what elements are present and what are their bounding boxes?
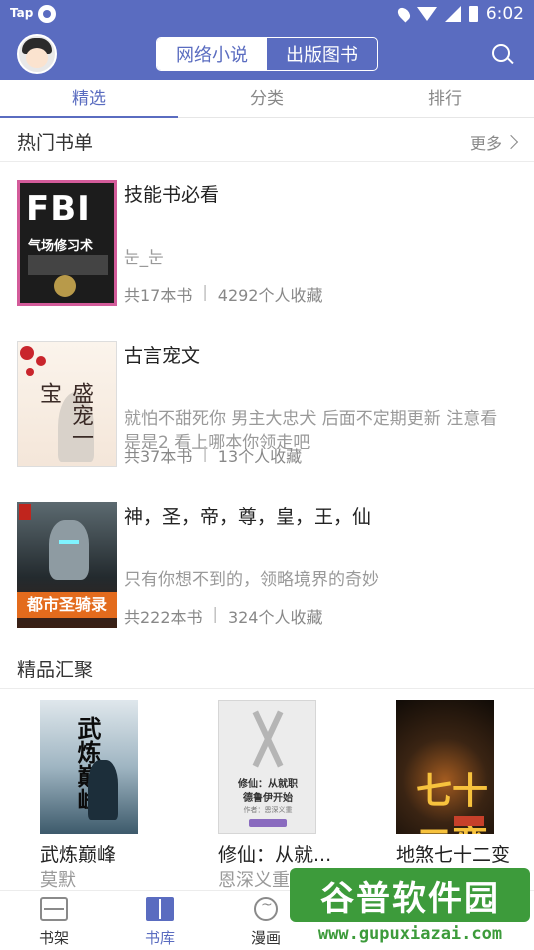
tab-rankings[interactable]: 排行 xyxy=(356,80,534,117)
cover-calligraphy: 盛宠一宝 xyxy=(36,382,93,448)
status-app-label: Tap xyxy=(10,6,34,20)
book-card[interactable]: 武炼巅峰 武炼巅峰 莫默 xyxy=(40,700,160,891)
battery-icon xyxy=(468,6,478,22)
status-indicators: 6:02 xyxy=(395,4,524,24)
list-meta: 共37本书 | 13个人收藏 xyxy=(124,443,302,467)
cover-subtitle: 气场修习术 xyxy=(28,239,94,254)
chevron-right-icon xyxy=(503,134,519,150)
cover-title: FBI xyxy=(26,189,91,229)
list-description: 눈_눈 xyxy=(124,248,164,268)
avatar[interactable] xyxy=(17,34,57,74)
category-tabs: 精选 分类 排行 xyxy=(0,80,534,118)
list-title: 古言宠文 xyxy=(124,345,201,367)
meta-divider: | xyxy=(202,282,208,301)
list-meta: 共222本书 | 324个人收藏 xyxy=(124,604,322,628)
more-label: 更多 xyxy=(469,134,502,153)
featured-header: 精品汇聚 xyxy=(0,645,534,689)
blossom-decoration xyxy=(36,356,46,366)
cover-seal xyxy=(54,275,76,297)
list-title: 技能书必看 xyxy=(124,184,220,206)
cover-caption-bar xyxy=(28,255,108,275)
avatar-face xyxy=(26,48,48,68)
cover-author-line: 作者：恩深义重 xyxy=(243,806,293,814)
segment-web-novels[interactable]: 网络小说 xyxy=(157,38,267,70)
wifi-icon xyxy=(416,7,437,21)
watermark-logo: 谷普软件园 xyxy=(290,868,530,922)
book-author: 莫默 xyxy=(40,870,76,891)
section-title: 精品汇聚 xyxy=(17,659,94,681)
publisher-logo xyxy=(249,819,287,827)
segment-published-books[interactable]: 出版图书 xyxy=(267,38,377,70)
book-count: 共37本书 xyxy=(124,447,193,466)
meta-divider: | xyxy=(212,604,218,623)
list-meta: 共17本书 | 4292个人收藏 xyxy=(124,282,323,306)
list-title: 神，圣，帝，尊，皇，王，仙 xyxy=(124,506,372,528)
bookshelf-icon xyxy=(40,897,68,921)
watermark: 谷普软件园 www.gupuxiazai.com xyxy=(290,862,534,950)
favorites-count: 13个人收藏 xyxy=(217,447,303,466)
cover-title-line: 修仙：从就职 xyxy=(238,779,298,790)
book-cover: FBI 气场修习术 xyxy=(17,180,117,306)
comic-icon xyxy=(254,897,278,921)
favorites-count: 4292个人收藏 xyxy=(217,286,323,305)
book-cover: 修仙：从就职 德鲁伊开始 作者：恩深义重 xyxy=(218,700,316,834)
cover-title-line: 德鲁伊开始 xyxy=(243,793,293,804)
nav-label: 书库 xyxy=(144,929,175,947)
book-list-item[interactable]: 盛宠一宝 古言宠文 就怕不甜死你 男主大忠犬 后面不定期更新 注意看是是2 看上… xyxy=(0,341,534,471)
book-cover: 七十二变 xyxy=(396,700,494,834)
nav-label: 书架 xyxy=(38,929,69,947)
cover-badge xyxy=(19,504,31,520)
nav-comics[interactable]: 漫画 xyxy=(236,891,296,950)
more-button[interactable]: 更多 xyxy=(469,130,519,154)
cover-tag xyxy=(454,816,484,826)
nav-library[interactable]: 书库 xyxy=(130,891,190,950)
book-author: 恩深义重 xyxy=(218,870,290,891)
library-icon xyxy=(146,897,174,921)
tab-featured[interactable]: 精选 xyxy=(0,80,178,118)
blossom-decoration xyxy=(20,346,34,360)
book-list-item[interactable]: FBI 气场修习术 技能书必看 눈_눈 共17本书 | 4292个人收藏 xyxy=(0,180,534,310)
tab-categories[interactable]: 分类 xyxy=(178,80,356,117)
book-cover: 都市圣骑录 xyxy=(17,502,117,628)
signal-icon xyxy=(444,6,461,22)
meta-divider: | xyxy=(202,443,208,462)
blossom-decoration xyxy=(26,368,34,376)
book-cover: 武炼巅峰 xyxy=(40,700,138,834)
cover-helmet xyxy=(49,520,89,580)
app-header: 网络小说 出版图书 xyxy=(0,30,534,80)
cover-figure xyxy=(88,760,118,820)
nav-label: 漫画 xyxy=(250,929,281,947)
status-time: 6:02 xyxy=(485,4,524,24)
sync-icon xyxy=(38,5,56,23)
location-icon xyxy=(395,5,413,23)
book-title: 武炼巅峰 xyxy=(40,844,117,866)
section-title: 热门书单 xyxy=(17,132,94,154)
cover-eyes xyxy=(59,540,79,544)
book-cover: 盛宠一宝 xyxy=(17,341,117,467)
cover-title: 都市圣骑录 xyxy=(17,592,117,618)
status-bar: Tap 6:02 xyxy=(0,0,534,30)
list-description: 只有你想不到的，领略境界的奇妙 xyxy=(124,570,379,590)
favorites-count: 324个人收藏 xyxy=(227,608,323,627)
book-count: 共17本书 xyxy=(124,286,193,305)
watermark-url: www.gupuxiazai.com xyxy=(317,924,503,944)
book-list-item[interactable]: 都市圣骑录 神，圣，帝，尊，皇，王，仙 只有你想不到的，领略境界的奇妙 共222… xyxy=(0,502,534,632)
nav-bookshelf[interactable]: 书架 xyxy=(24,891,84,950)
search-icon[interactable] xyxy=(492,44,510,62)
hot-lists-header: 热门书单 更多 xyxy=(0,118,534,162)
source-segmented-control: 网络小说 出版图书 xyxy=(156,37,378,71)
book-count: 共222本书 xyxy=(124,608,203,627)
